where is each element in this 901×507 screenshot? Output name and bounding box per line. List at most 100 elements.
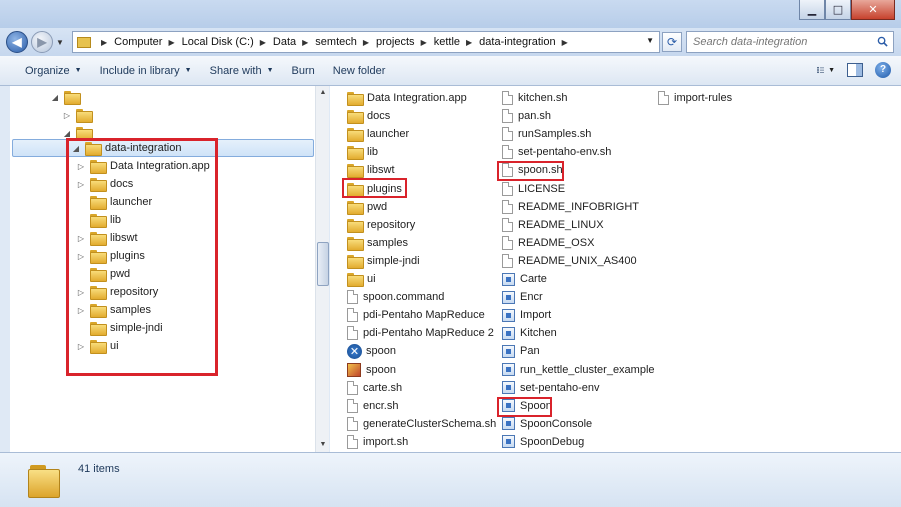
file-name: import-rules <box>674 92 733 104</box>
folder-icon <box>347 164 364 179</box>
breadcrumb-semtech[interactable]: semtech ▶ <box>315 36 376 48</box>
navigation-pane-scrollbar[interactable]: ▲ ▼ <box>315 86 329 452</box>
close-button[interactable]: ✕ <box>851 0 895 20</box>
file-item-run-kettle-cluster-example[interactable]: run_kettle_cluster_example <box>502 361 655 379</box>
file-item-pdi-pentaho-mapreduce-2[interactable]: pdi-Pentaho MapReduce 2 <box>347 324 494 342</box>
breadcrumb-computer[interactable]: Computer ▶ <box>114 36 181 48</box>
file-item-docs[interactable]: docs <box>347 107 390 125</box>
scroll-up-arrow-icon[interactable]: ▲ <box>316 86 330 100</box>
breadcrumb-data[interactable]: Data ▶ <box>273 36 315 48</box>
file-item-import[interactable]: Import <box>502 306 551 324</box>
file-item-data-integration-app[interactable]: Data Integration.app <box>347 89 467 107</box>
file-item-carte[interactable]: Carte <box>502 270 547 288</box>
file-item-simple-jndi[interactable]: simple-jndi <box>347 252 420 270</box>
back-button[interactable]: ◀ <box>6 31 28 53</box>
file-item-kitchen-sh[interactable]: kitchen.sh <box>502 89 568 107</box>
file-name: carte.sh <box>363 381 403 394</box>
collapse-arrow-icon[interactable]: ◢ <box>50 93 60 102</box>
change-view-button[interactable]: ▼ <box>817 63 835 77</box>
file-item-launcher[interactable]: launcher <box>347 125 409 143</box>
document-icon <box>502 235 513 250</box>
file-name: libswt <box>367 164 395 177</box>
minimize-button[interactable]: ▁ <box>799 0 825 20</box>
file-item-pan[interactable]: Pan <box>502 342 540 360</box>
file-item-spoon-command[interactable]: spoon.command <box>347 288 444 306</box>
folder-icon <box>347 200 364 215</box>
file-item-readme-infobright[interactable]: README_INFOBRIGHT <box>502 198 639 216</box>
application-icon <box>502 417 515 431</box>
file-name: Kitchen <box>520 327 557 340</box>
file-item-samples[interactable]: samples <box>347 234 408 252</box>
document-icon <box>502 127 513 142</box>
document-icon <box>347 398 358 413</box>
file-item-carte-sh[interactable]: carte.sh <box>347 379 402 397</box>
file-item-spoon[interactable]: ✕ spoon <box>347 342 396 360</box>
maximize-button[interactable]: □ <box>825 0 851 20</box>
breadcrumb-data-integration[interactable]: data-integration ▶ <box>479 36 575 48</box>
search-input[interactable] <box>693 36 873 48</box>
file-item-kitchen[interactable]: Kitchen <box>502 324 557 342</box>
folder-icon <box>76 109 93 123</box>
document-icon <box>502 253 513 268</box>
file-item-readme-linux[interactable]: README_LINUX <box>502 216 604 234</box>
recent-pages-dropdown[interactable]: ▼ <box>56 38 64 47</box>
file-item-set-pentaho-env-sh[interactable]: set-pentaho-env.sh <box>502 143 611 161</box>
file-name: spoon <box>366 363 396 376</box>
organize-button[interactable]: Organize ▼ <box>16 65 91 77</box>
highlight-spoon <box>497 397 552 417</box>
file-item-import-rules[interactable]: import-rules <box>658 89 732 107</box>
burn-button[interactable]: Burn <box>283 65 324 77</box>
breadcrumb-projects[interactable]: projects ▶ <box>376 36 434 48</box>
file-item-pwd[interactable]: pwd <box>347 198 387 216</box>
new-folder-button[interactable]: New folder <box>324 65 395 77</box>
application-icon <box>502 272 515 286</box>
help-icon[interactable]: ? <box>875 62 891 78</box>
file-item-spoondebug[interactable]: SpoonDebug <box>502 433 584 451</box>
share-with-button[interactable]: Share with ▼ <box>201 65 283 77</box>
file-item-encr[interactable]: Encr <box>502 288 543 306</box>
search-icon[interactable] <box>877 36 888 47</box>
scroll-down-arrow-icon[interactable]: ▼ <box>316 438 330 452</box>
file-item-ui[interactable]: ui <box>347 270 376 288</box>
tree-item-ancestor[interactable]: ▷ <box>62 106 96 124</box>
refresh-button[interactable]: ⟳ <box>662 32 682 52</box>
folder-icon <box>28 463 60 498</box>
application-icon <box>502 344 515 358</box>
file-item-encr-sh[interactable]: encr.sh <box>347 397 398 415</box>
file-item-pdi-pentaho-mapreduce[interactable]: pdi-Pentaho MapReduce <box>347 306 485 324</box>
scroll-thumb[interactable] <box>317 242 329 286</box>
file-item-import-sh[interactable]: import.sh <box>347 433 408 451</box>
file-item-set-pentaho-env[interactable]: set-pentaho-env <box>502 379 600 397</box>
chevron-down-icon: ▼ <box>828 66 835 74</box>
file-item-readme-osx[interactable]: README_OSX <box>502 234 594 252</box>
expand-arrow-icon[interactable]: ▷ <box>62 111 72 120</box>
file-item-lib[interactable]: lib <box>347 143 378 161</box>
file-name: encr.sh <box>363 399 399 412</box>
include-in-library-button[interactable]: Include in library ▼ <box>91 65 201 77</box>
item-count: 41 items <box>78 463 120 475</box>
breadcrumb-root-chevron[interactable]: ▶ <box>95 38 114 47</box>
address-bar[interactable]: ▶ Computer ▶ Local Disk (C:) ▶ Data ▶ semte… <box>72 31 660 53</box>
file-item-spoonconsole[interactable]: SpoonConsole <box>502 415 592 433</box>
search-box[interactable] <box>686 31 894 53</box>
file-item-libswt[interactable]: libswt <box>347 161 395 179</box>
file-item-license[interactable]: LICENSE <box>502 180 565 198</box>
collapse-arrow-icon[interactable]: ◢ <box>62 129 72 138</box>
file-item-generateclusterschema-sh[interactable]: generateClusterSchema.sh <box>347 415 496 433</box>
breadcrumb-kettle[interactable]: kettle ▶ <box>434 36 479 48</box>
file-item-readme-unix-as400[interactable]: README_UNIX_AS400 <box>502 252 637 270</box>
include-in-library-label: Include in library <box>99 64 180 77</box>
spoon-app-icon: ✕ <box>347 343 362 359</box>
navigation-bar: ◀ ▶ ▼ ▶ Computer ▶ Local Disk (C:) ▶ Data ▶… <box>0 28 901 56</box>
preview-pane-icon[interactable] <box>847 63 863 77</box>
file-item-runsamples-sh[interactable]: runSamples.sh <box>502 125 591 143</box>
file-name: SpoonConsole <box>520 417 593 430</box>
file-item-pan-sh[interactable]: pan.sh <box>502 107 551 125</box>
breadcrumb-local-disk[interactable]: Local Disk (C:) ▶ <box>182 36 273 48</box>
file-item-spoon[interactable]: spoon <box>347 361 396 379</box>
address-dropdown-icon[interactable]: ▼ <box>646 36 654 45</box>
file-item-repository[interactable]: repository <box>347 216 415 234</box>
tree-item-ancestor[interactable]: ◢ <box>50 88 84 106</box>
forward-button[interactable]: ▶ <box>31 31 53 53</box>
folder-icon <box>347 92 364 106</box>
